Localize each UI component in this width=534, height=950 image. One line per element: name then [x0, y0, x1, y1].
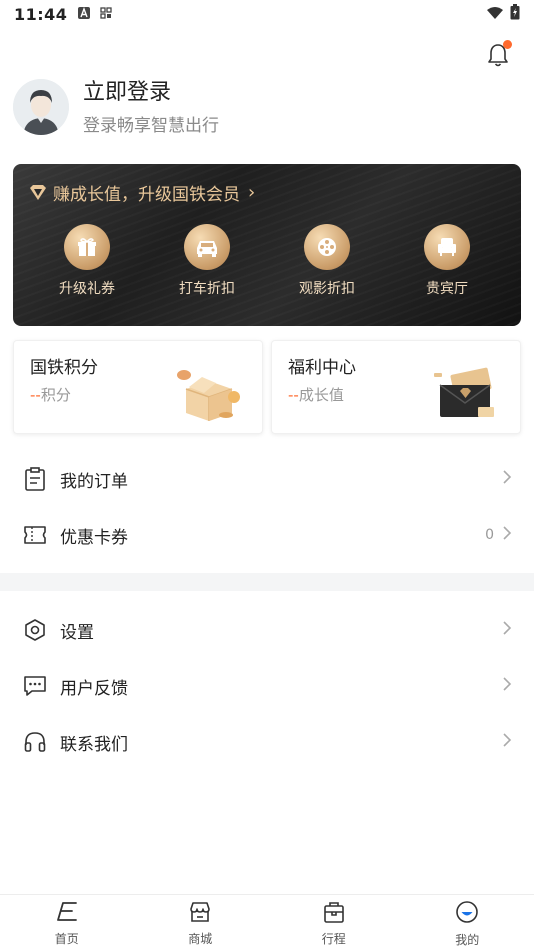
perk-movie-discount[interactable]: 观影折扣 [267, 224, 387, 298]
chevron-right-icon: › [248, 182, 256, 203]
armchair-icon [424, 224, 470, 270]
tab-label: 首页 [54, 931, 79, 946]
chevron-right-icon [502, 732, 512, 752]
wifi-icon [486, 5, 504, 24]
tab-label: 商城 [188, 931, 213, 946]
chevron-right-icon [502, 676, 512, 696]
perk-label: 观影折扣 [299, 281, 355, 297]
perk-vip-lounge[interactable]: 贵宾厅 [387, 224, 507, 298]
shop-icon [188, 901, 212, 927]
chevron-right-icon [502, 525, 512, 545]
chevron-right-icon [502, 469, 512, 489]
tab-trip[interactable]: 行程 [267, 895, 401, 950]
membership-card[interactable]: 赚成长值，升级国铁会员 › 升级礼券 打车折扣 观影折扣 贵宾厅 [13, 164, 521, 326]
bottom-tab-bar: 首页 商城 行程 我的 [0, 894, 534, 950]
notification-dot [503, 40, 512, 49]
home-icon [55, 901, 79, 927]
coupons-item[interactable]: 优惠卡券 0 [0, 507, 534, 563]
login-title[interactable]: 立即登录 [83, 78, 219, 108]
status-time: 11:44 [14, 4, 68, 24]
growth-value: -- [288, 386, 299, 404]
list-item-label: 用户反馈 [60, 678, 128, 699]
perk-upgrade-coupon[interactable]: 升级礼券 [27, 224, 147, 298]
tab-label: 我的 [455, 932, 480, 947]
perk-taxi-discount[interactable]: 打车折扣 [147, 224, 267, 298]
login-profile[interactable]: 立即登录 登录畅享智慧出行 [13, 78, 219, 136]
welfare-center-card[interactable]: 福利中心 --成长值 [271, 340, 521, 434]
grid-status-icon [99, 5, 113, 24]
points-unit: 积分 [40, 386, 71, 404]
growth-unit: 成长值 [298, 386, 344, 404]
status-bar: 11:44 [0, 0, 534, 28]
tab-home[interactable]: 首页 [0, 895, 134, 950]
contact-us-item[interactable]: 联系我们 [0, 714, 534, 770]
points-value: -- [30, 386, 41, 404]
list-item-label: 联系我们 [60, 734, 128, 755]
points-card[interactable]: 国铁积分 --积分 [13, 340, 263, 434]
settings-item[interactable]: 设置 [0, 602, 534, 658]
clipboard-icon [22, 466, 48, 492]
avatar[interactable] [13, 79, 69, 135]
list-item-label: 我的订单 [60, 471, 128, 492]
feedback-item[interactable]: 用户反馈 [0, 658, 534, 714]
section-divider [0, 573, 534, 591]
perk-label: 升级礼券 [59, 281, 115, 297]
gift-box-illustration [174, 367, 244, 427]
bell-icon [486, 44, 510, 72]
settings-list: 设置 用户反馈 联系我们 [0, 602, 534, 770]
car-icon [184, 224, 230, 270]
coupon-count: 0 [485, 527, 494, 543]
headphones-icon [22, 729, 48, 755]
membership-gem-icon [29, 184, 47, 201]
login-subtitle: 登录畅享智慧出行 [83, 116, 219, 136]
perk-label: 贵宾厅 [426, 281, 468, 297]
coupon-icon [22, 522, 48, 548]
tab-shop[interactable]: 商城 [134, 895, 268, 950]
film-reel-icon [304, 224, 350, 270]
gift-icon [64, 224, 110, 270]
list-item-label: 设置 [60, 622, 94, 643]
profile-icon [455, 900, 479, 928]
tab-profile[interactable]: 我的 [401, 895, 534, 950]
envelope-illustration [432, 367, 502, 427]
chevron-right-icon [502, 620, 512, 640]
list-item-label: 优惠卡券 [60, 527, 128, 548]
order-list: 我的订单 优惠卡券 0 [0, 451, 534, 563]
notification-a-icon [77, 5, 91, 24]
trip-icon [322, 901, 346, 927]
membership-headline: 赚成长值，升级国铁会员 [53, 185, 240, 205]
tab-label: 行程 [321, 931, 346, 946]
battery-icon [510, 4, 520, 24]
perk-label: 打车折扣 [179, 281, 235, 297]
chat-bubble-icon [22, 673, 48, 699]
notification-bell-button[interactable] [486, 40, 512, 68]
my-orders-item[interactable]: 我的订单 [0, 451, 534, 507]
membership-headline-link[interactable]: 赚成长值，升级国铁会员 › [29, 180, 255, 205]
hexagon-settings-icon [22, 617, 48, 643]
